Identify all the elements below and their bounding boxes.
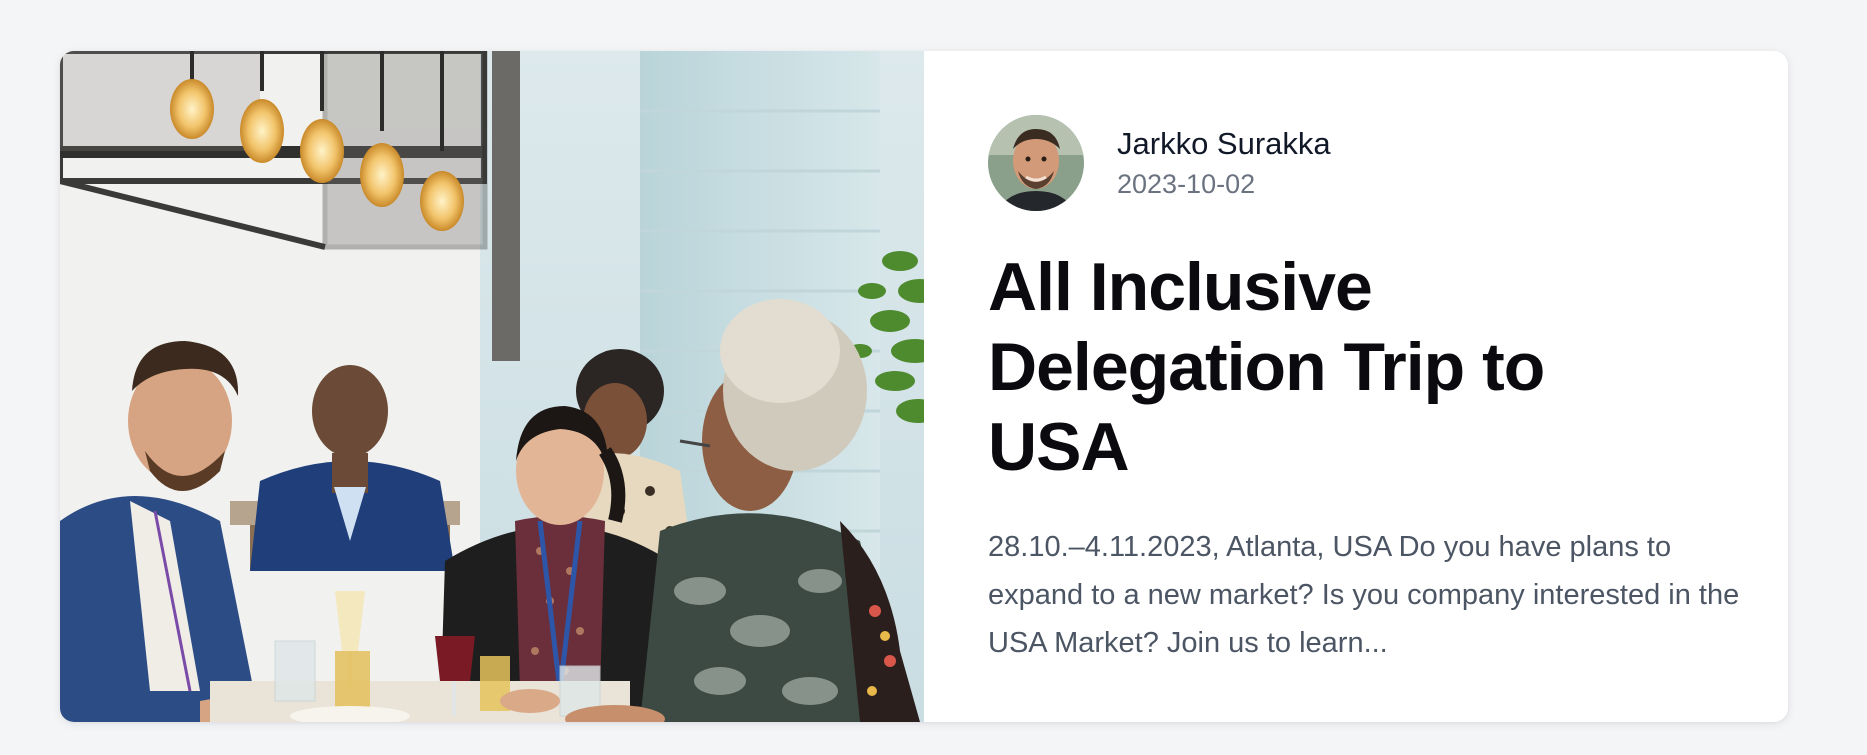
avatar-portrait: [988, 115, 1084, 211]
author-block: Jarkko Surakka 2023-10-02: [988, 115, 1748, 211]
author-name[interactable]: Jarkko Surakka: [1117, 124, 1331, 164]
author-avatar[interactable]: [988, 115, 1084, 211]
post-content: Jarkko Surakka 2023-10-02 All Inclusive …: [924, 51, 1788, 722]
cover-image[interactable]: [60, 51, 924, 722]
cover-image-illustration: [60, 51, 924, 722]
post-excerpt: 28.10.–4.11.2023, Atlanta, USA Do you ha…: [988, 531, 1740, 659]
post-title[interactable]: All Inclusive Delegation Trip to USA: [988, 247, 1628, 487]
post-date: 2023-10-02: [1117, 169, 1256, 199]
author-meta: Jarkko Surakka 2023-10-02: [1117, 124, 1331, 202]
post-card[interactable]: Jarkko Surakka 2023-10-02 All Inclusive …: [60, 51, 1788, 722]
